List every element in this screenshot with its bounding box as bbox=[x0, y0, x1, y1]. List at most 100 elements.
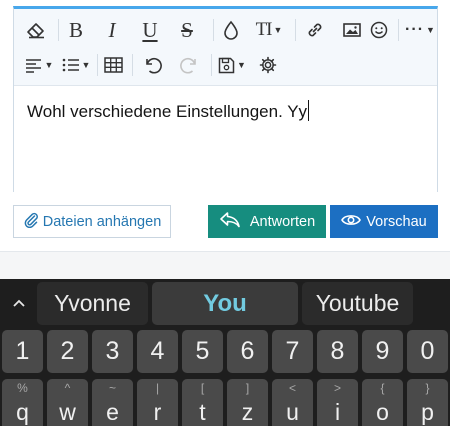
key-secondary: | bbox=[155, 381, 160, 395]
preview-button[interactable]: Vorschau bbox=[330, 205, 438, 238]
caret-down-icon: ▼ bbox=[426, 25, 435, 35]
toolbar-divider bbox=[58, 19, 59, 41]
bold-button[interactable]: B bbox=[65, 13, 87, 47]
preview-label: Vorschau bbox=[366, 213, 427, 230]
toolbar-divider bbox=[132, 54, 133, 76]
key-5[interactable]: 5 bbox=[182, 330, 223, 373]
key-primary: o bbox=[376, 399, 389, 425]
list-button[interactable]: ▼ bbox=[61, 48, 91, 82]
suggestion-chip-selected[interactable]: You bbox=[152, 282, 298, 325]
key-secondary: [ bbox=[200, 381, 205, 395]
key-r[interactable]: | r bbox=[137, 379, 178, 426]
insert-table-button[interactable] bbox=[102, 48, 124, 82]
save-icon bbox=[218, 57, 235, 74]
key-primary: p bbox=[421, 399, 434, 425]
key-0[interactable]: 0 bbox=[407, 330, 448, 373]
text-color-button[interactable] bbox=[220, 13, 242, 47]
chevron-up-icon bbox=[13, 294, 25, 312]
key-primary: i bbox=[334, 399, 341, 425]
key-secondary: % bbox=[17, 381, 28, 395]
key-primary: w bbox=[59, 399, 76, 425]
suggestion-chip[interactable]: Yvonne bbox=[37, 282, 148, 325]
toolbar-divider bbox=[211, 54, 212, 76]
rich-text-editor: B I U S TI ▼ ··· ▼ ▼ ▼ ▼ Wohl verschiede… bbox=[13, 6, 438, 192]
key-secondary: ~ bbox=[108, 381, 116, 395]
toolbar-divider bbox=[97, 54, 98, 76]
underline-button[interactable]: U bbox=[138, 13, 162, 47]
key-4[interactable]: 4 bbox=[137, 330, 178, 373]
reply-arrow-icon bbox=[219, 211, 241, 232]
editor-toolbar: B I U S TI ▼ ··· ▼ ▼ ▼ ▼ bbox=[14, 9, 437, 85]
save-draft-button[interactable]: ▼ bbox=[217, 48, 247, 82]
undo-button[interactable] bbox=[141, 48, 163, 82]
attach-files-button[interactable]: Dateien anhängen bbox=[13, 205, 171, 238]
italic-icon: I bbox=[108, 17, 116, 42]
key-p[interactable]: } p bbox=[407, 379, 448, 426]
page-background bbox=[0, 252, 450, 279]
bold-icon: B bbox=[68, 17, 83, 42]
redo-button[interactable] bbox=[178, 48, 200, 82]
key-e[interactable]: ~ e bbox=[92, 379, 133, 426]
editor-settings-button[interactable] bbox=[257, 48, 279, 82]
italic-button[interactable]: I bbox=[101, 13, 123, 47]
undo-icon bbox=[143, 56, 162, 74]
underline-icon: U bbox=[142, 17, 158, 42]
insert-image-button[interactable] bbox=[340, 13, 364, 47]
link-icon bbox=[305, 20, 325, 40]
font-size-button[interactable]: TI ▼ bbox=[250, 13, 288, 47]
key-primary: z bbox=[241, 399, 254, 425]
insert-link-button[interactable] bbox=[303, 13, 327, 47]
key-3[interactable]: 3 bbox=[92, 330, 133, 373]
table-icon bbox=[103, 57, 123, 73]
caret-down-icon: ▼ bbox=[237, 60, 246, 70]
key-i[interactable]: > i bbox=[317, 379, 358, 426]
smiley-icon bbox=[369, 20, 389, 40]
suggestion-expand-button[interactable] bbox=[6, 288, 32, 318]
key-1[interactable]: 1 bbox=[2, 330, 43, 373]
editor-content-area[interactable]: Wohl verschiedene Einstellungen. Yy bbox=[14, 85, 437, 192]
key-7[interactable]: 7 bbox=[272, 330, 313, 373]
key-9[interactable]: 9 bbox=[362, 330, 403, 373]
align-left-icon bbox=[25, 57, 43, 73]
list-icon bbox=[62, 57, 80, 73]
suggestion-chip[interactable]: Youtube bbox=[302, 282, 413, 325]
key-secondary: { bbox=[380, 381, 385, 395]
key-secondary: ^ bbox=[64, 381, 71, 395]
key-secondary: } bbox=[425, 381, 430, 395]
toolbar-row-formatting: B I U S TI ▼ ··· ▼ bbox=[14, 13, 437, 47]
key-u[interactable]: < u bbox=[272, 379, 313, 426]
strikethrough-button[interactable]: S bbox=[175, 13, 199, 47]
droplet-icon bbox=[223, 20, 239, 40]
text-size-icon: TI bbox=[255, 19, 273, 40]
editor-text: Wohl verschiedene Einstellungen. Yy bbox=[27, 100, 310, 122]
editor-text-value: Wohl verschiedene Einstellungen. Yy bbox=[27, 102, 308, 121]
key-o[interactable]: { o bbox=[362, 379, 403, 426]
key-8[interactable]: 8 bbox=[317, 330, 358, 373]
paperclip-icon bbox=[23, 211, 39, 232]
eraser-icon bbox=[26, 21, 46, 39]
insert-emoji-button[interactable] bbox=[367, 13, 391, 47]
strikethrough-icon: S bbox=[181, 17, 193, 42]
caret-down-icon: ▼ bbox=[81, 60, 91, 70]
image-icon bbox=[342, 21, 362, 39]
key-w[interactable]: ^ w bbox=[47, 379, 88, 426]
redo-icon bbox=[179, 56, 199, 74]
reply-label: Antworten bbox=[249, 213, 316, 230]
gear-icon bbox=[259, 56, 277, 74]
more-icon: ··· bbox=[405, 21, 425, 38]
key-q[interactable]: % q bbox=[2, 379, 43, 426]
key-2[interactable]: 2 bbox=[47, 330, 88, 373]
attach-files-label: Dateien anhängen bbox=[42, 213, 162, 230]
toolbar-divider bbox=[213, 19, 214, 41]
key-6[interactable]: 6 bbox=[227, 330, 268, 373]
clear-formatting-button[interactable] bbox=[23, 13, 49, 47]
key-primary: r bbox=[153, 399, 162, 425]
toolbar-divider bbox=[398, 19, 399, 41]
reply-button[interactable]: Antworten bbox=[208, 205, 326, 238]
key-z[interactable]: ] z bbox=[227, 379, 268, 426]
eye-icon bbox=[341, 213, 362, 231]
key-secondary: < bbox=[288, 381, 296, 395]
key-t[interactable]: [ t bbox=[182, 379, 223, 426]
more-options-button[interactable]: ··· ▼ bbox=[404, 13, 436, 47]
alignment-button[interactable]: ▼ bbox=[24, 48, 54, 82]
